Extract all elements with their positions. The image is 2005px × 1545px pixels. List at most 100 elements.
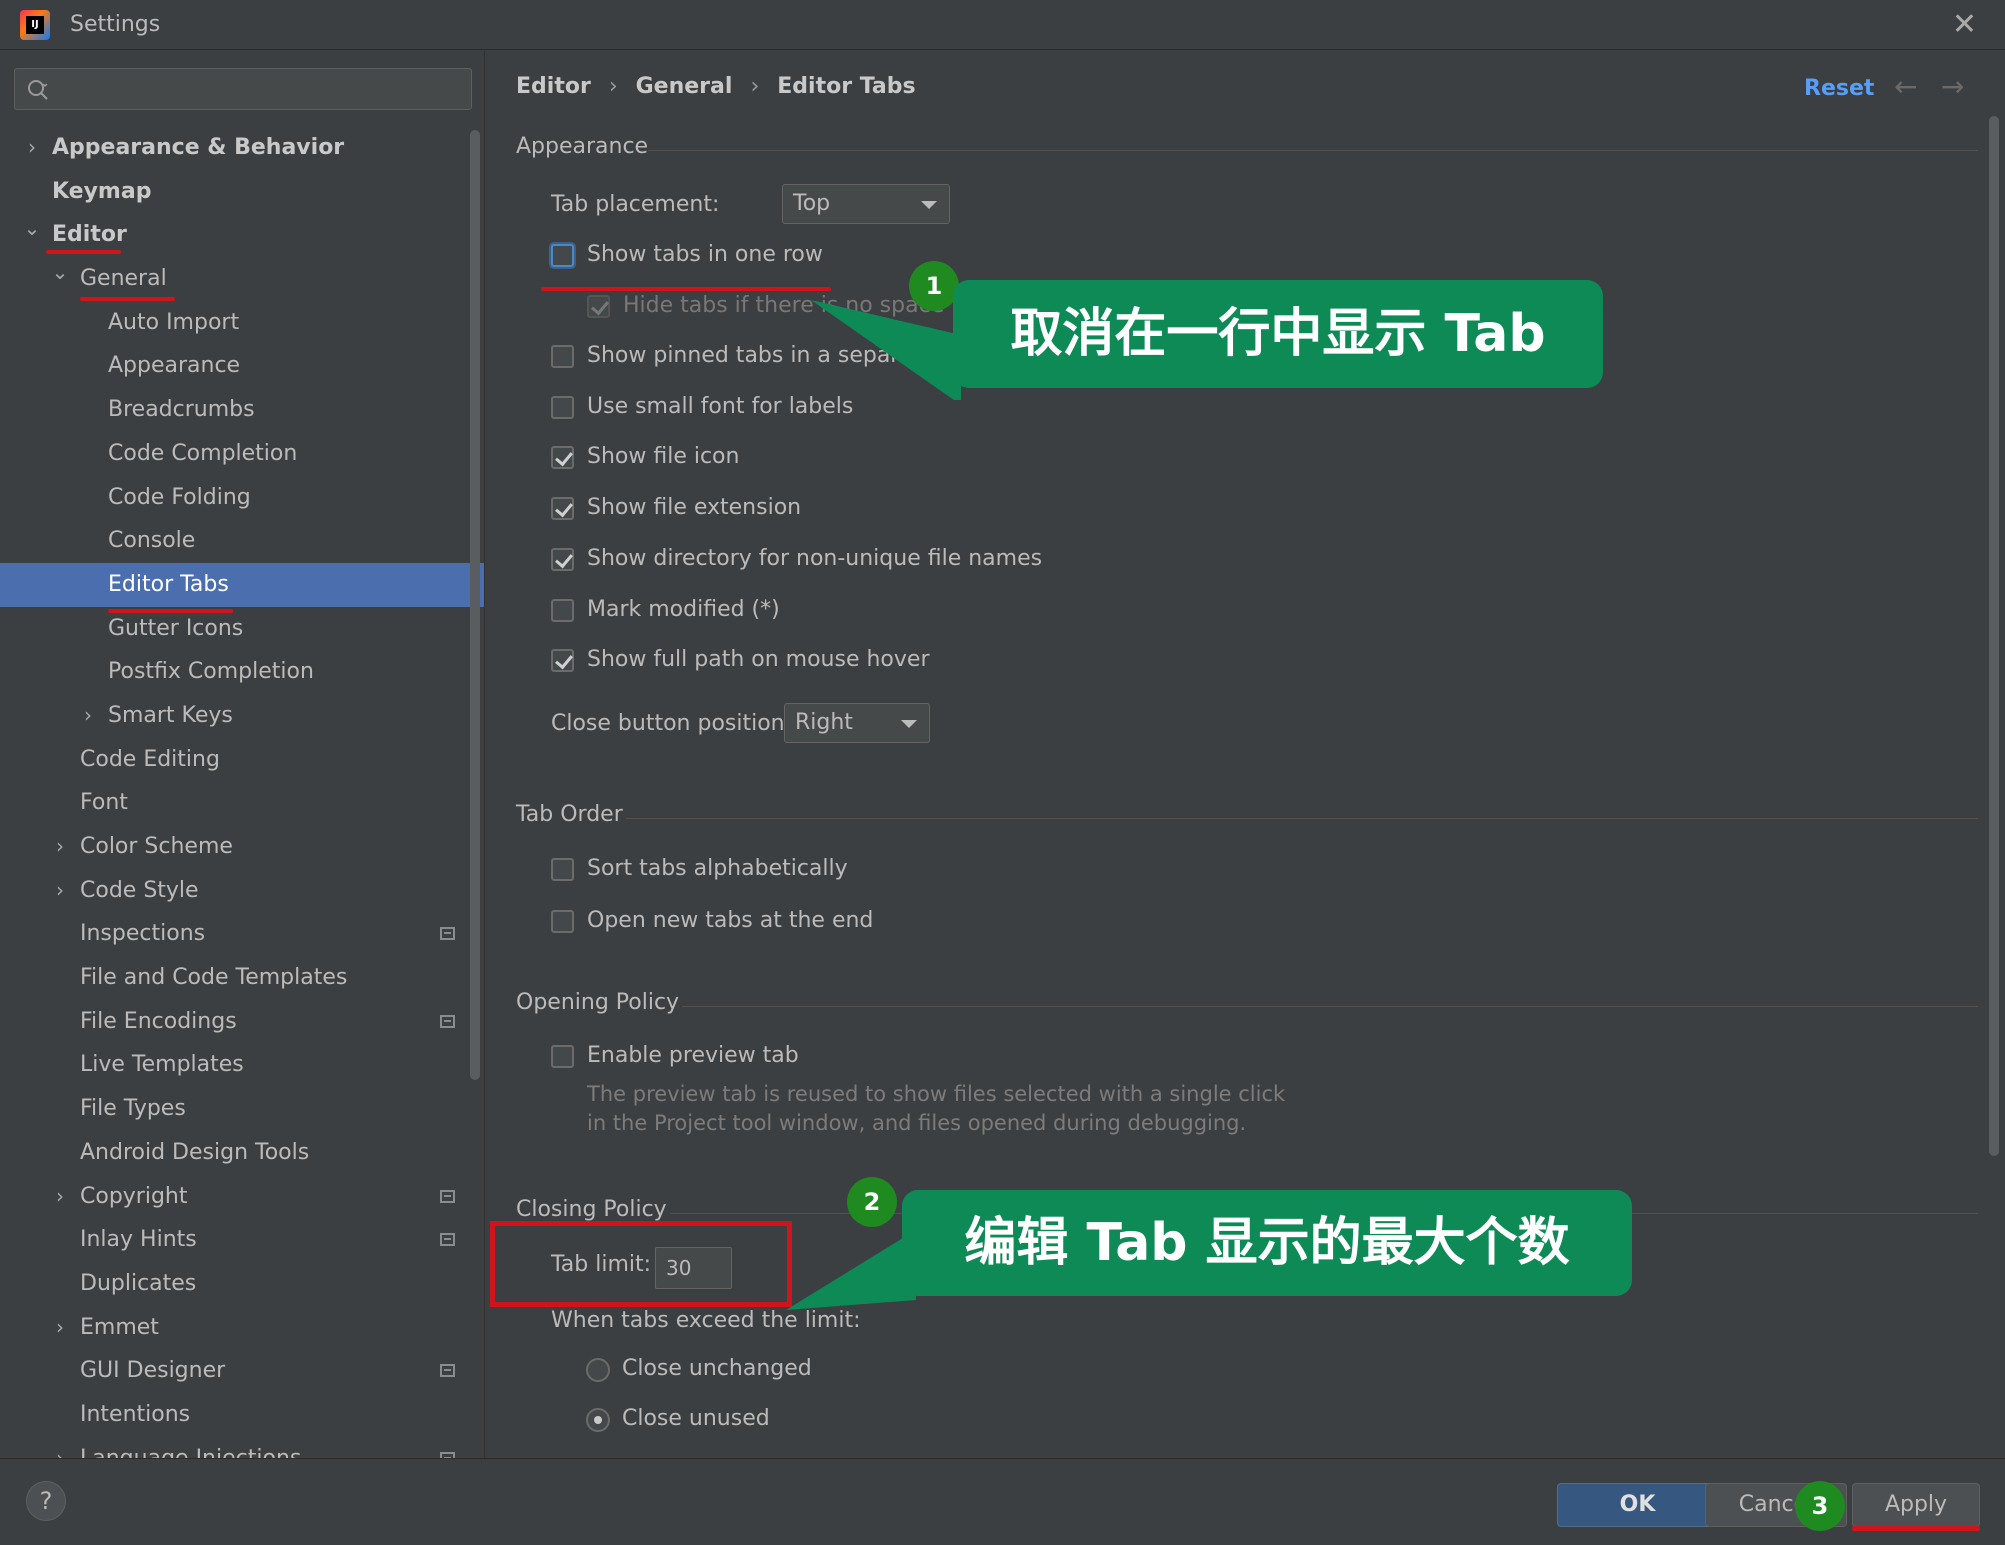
radio-button[interactable]: [586, 1408, 610, 1432]
sidebar-item-label: Copyright: [80, 1183, 188, 1209]
sidebar-item-label: Inlay Hints: [80, 1227, 197, 1253]
checkbox-box[interactable]: [551, 910, 574, 933]
content-scrollbar[interactable]: [1989, 116, 1999, 1156]
checkbox-box[interactable]: [551, 599, 574, 622]
checkbox-box[interactable]: [551, 497, 574, 520]
apply-button[interactable]: Apply: [1852, 1483, 1980, 1527]
sidebar-item[interactable]: › Smart Keys: [0, 694, 484, 738]
sidebar-item[interactable]: Intentions: [0, 1393, 484, 1437]
checkbox-label: Show full path on mouse hover: [587, 647, 930, 672]
sidebar-item[interactable]: Android Design Tools: [0, 1131, 484, 1175]
enable-preview-tab-label: Enable preview tab: [587, 1043, 799, 1068]
sidebar-item[interactable]: › Appearance & Behavior: [0, 126, 484, 170]
annotation-red-box: [490, 1221, 792, 1307]
checkbox-label: Show file icon: [587, 444, 740, 469]
chevron-right-icon[interactable]: ›: [50, 1306, 70, 1350]
checkbox-box[interactable]: [551, 244, 574, 267]
chevron-right-icon: ›: [750, 74, 760, 99]
checkbox-box[interactable]: [551, 446, 574, 469]
sidebar-item[interactable]: Auto Import: [0, 301, 484, 345]
chevron-right-icon[interactable]: ›: [50, 1437, 70, 1458]
sidebar-item[interactable]: GUI Designer: [0, 1349, 484, 1393]
tab-placement-dropdown[interactable]: Top: [782, 184, 950, 224]
checkbox-box[interactable]: [551, 345, 574, 368]
sidebar-item[interactable]: File Types: [0, 1087, 484, 1131]
sidebar-item[interactable]: File and Code Templates: [0, 956, 484, 1000]
section-appearance-title: Appearance: [516, 134, 649, 159]
chevron-down-icon: [921, 201, 937, 209]
sidebar-item[interactable]: › Emmet: [0, 1306, 484, 1350]
sidebar-item[interactable]: Inlay Hints: [0, 1218, 484, 1262]
sidebar-item[interactable]: Code Folding: [0, 476, 484, 520]
sidebar-item[interactable]: Postfix Completion: [0, 650, 484, 694]
sidebar-item[interactable]: Breadcrumbs: [0, 388, 484, 432]
radio-label: Close unchanged: [622, 1356, 812, 1381]
project-scope-icon: [440, 1233, 455, 1247]
radio-button[interactable]: [586, 1358, 610, 1382]
sidebar-item[interactable]: Console: [0, 519, 484, 563]
annotation-pointer: [786, 1230, 916, 1310]
breadcrumb-item: General: [635, 74, 733, 99]
checkbox-box[interactable]: [551, 396, 574, 419]
sidebar-item-label: Keymap: [52, 178, 152, 204]
sidebar-item[interactable]: Appearance: [0, 344, 484, 388]
close-icon[interactable]: ✕: [1952, 10, 1977, 40]
section-divider: [626, 818, 1978, 819]
sidebar-item[interactable]: › Copyright: [0, 1175, 484, 1219]
sidebar-item[interactable]: Duplicates: [0, 1262, 484, 1306]
chevron-right-icon[interactable]: ›: [50, 1175, 70, 1219]
tab-placement-label: Tab placement:: [551, 192, 720, 217]
section-divider: [682, 1006, 1978, 1007]
sidebar-item-label: GUI Designer: [80, 1358, 226, 1384]
sidebar-item[interactable]: Live Templates: [0, 1043, 484, 1087]
sidebar-scrollbar[interactable]: [470, 130, 480, 1080]
breadcrumb-item: Editor: [516, 74, 591, 99]
chevron-right-icon[interactable]: ›: [78, 694, 98, 738]
chevron-right-icon[interactable]: ›: [50, 869, 70, 913]
sidebar-item[interactable]: Gutter Icons: [0, 607, 484, 651]
annotation-underline-show-tabs: [541, 287, 831, 291]
sidebar-item-label: Auto Import: [108, 309, 240, 335]
close-button-position-dropdown[interactable]: Right: [784, 703, 930, 743]
arrow-left-icon[interactable]: ←: [1894, 70, 1917, 103]
sidebar-item[interactable]: Keymap: [0, 170, 484, 214]
sidebar-item[interactable]: Code Completion: [0, 432, 484, 476]
annotation-underline-apply: [1852, 1526, 1980, 1531]
arrow-right-icon[interactable]: →: [1941, 70, 1964, 103]
section-opening-policy-title: Opening Policy: [516, 990, 680, 1015]
settings-sidebar: › Appearance & Behavior Keymap ⌄ Editor ⌄ Gene…: [0, 50, 485, 1458]
sidebar-item-label: Emmet: [80, 1314, 159, 1340]
tab-placement-value: Top: [793, 191, 831, 216]
annotation-pointer: [811, 300, 961, 400]
sidebar-item[interactable]: › Color Scheme: [0, 825, 484, 869]
chevron-down-icon[interactable]: ⌄: [22, 207, 42, 251]
sidebar-item[interactable]: ⌄ General: [0, 257, 484, 301]
sidebar-item[interactable]: Font: [0, 781, 484, 825]
chevron-down-icon[interactable]: ⌄: [50, 251, 70, 295]
chevron-right-icon[interactable]: ›: [22, 126, 42, 170]
search-input[interactable]: [14, 68, 472, 110]
checkbox-box[interactable]: [551, 1045, 574, 1068]
sidebar-item[interactable]: › Code Style: [0, 869, 484, 913]
sidebar-item[interactable]: › Language Injections: [0, 1437, 484, 1458]
checkbox-label: Show tabs in one row: [587, 242, 823, 267]
ok-button[interactable]: OK: [1557, 1483, 1718, 1527]
checkbox-box[interactable]: [551, 649, 574, 672]
sidebar-item[interactable]: Code Editing: [0, 738, 484, 782]
sidebar-item-label: Inspections: [80, 921, 206, 947]
chevron-right-icon[interactable]: ›: [50, 825, 70, 869]
annotation-underline-general: [80, 297, 175, 301]
sidebar-item-label: Font: [80, 790, 128, 816]
checkbox-box[interactable]: [587, 295, 610, 318]
sidebar-item-label: File and Code Templates: [80, 965, 348, 991]
reset-link[interactable]: Reset: [1804, 76, 1874, 101]
checkbox-box[interactable]: [551, 858, 574, 881]
sidebar-item[interactable]: Editor Tabs: [0, 562, 484, 607]
checkbox-label: Open new tabs at the end: [587, 908, 874, 933]
checkbox-box[interactable]: [551, 548, 574, 571]
sidebar-item-label: Breadcrumbs: [108, 397, 255, 423]
intellij-logo-icon: IJ: [20, 10, 50, 40]
help-button[interactable]: ?: [26, 1481, 66, 1521]
sidebar-item[interactable]: Inspections: [0, 912, 484, 956]
sidebar-item[interactable]: File Encodings: [0, 1000, 484, 1044]
